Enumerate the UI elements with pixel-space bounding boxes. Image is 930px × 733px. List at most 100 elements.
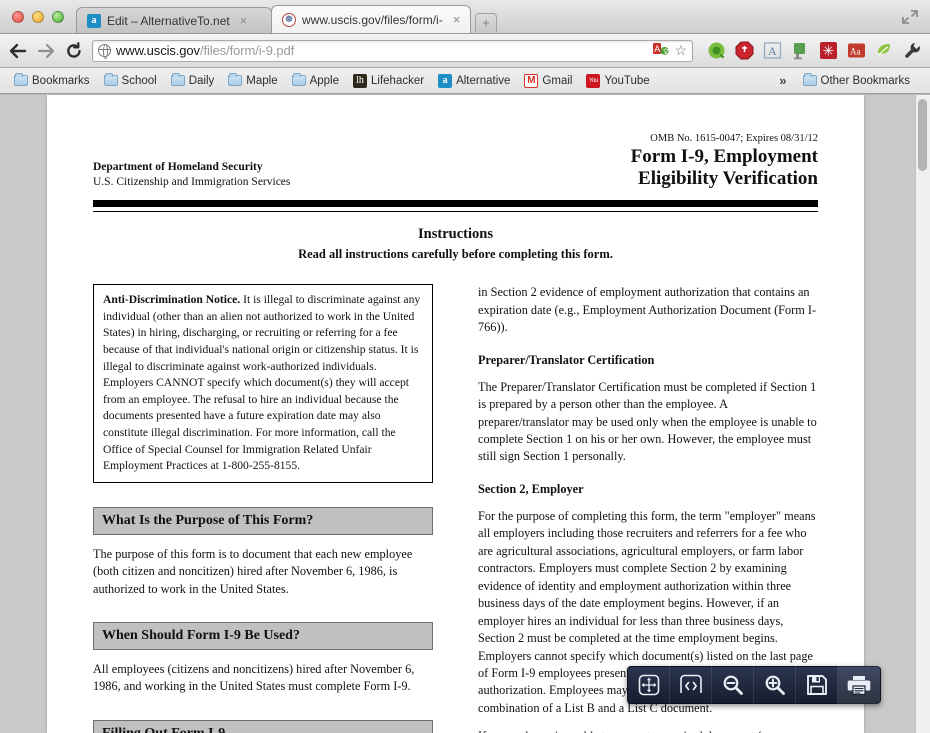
paragraph-when-used: All employees (citizens and noncitizens)…: [93, 662, 415, 694]
leaf-icon[interactable]: [875, 41, 894, 60]
close-icon[interactable]: ×: [240, 14, 248, 27]
svg-text:✳: ✳: [823, 43, 835, 59]
pdf-viewer[interactable]: Department of Homeland Security U.S. Cit…: [0, 95, 930, 733]
bookmark-label: YouTube: [604, 74, 650, 87]
left-column: Anti-Discrimination Notice. It is illega…: [93, 284, 433, 733]
bookmark-youtube[interactable]: You YouTube: [580, 72, 655, 90]
bookmarks-overflow-button[interactable]: »: [771, 73, 794, 88]
paragraph-receipt: If an employee is unable to present a re…: [478, 728, 818, 733]
bookmarks-bar: Bookmarks School Daily Maple Apple lh Li…: [0, 68, 930, 94]
save-button[interactable]: [796, 666, 838, 704]
bookmark-bookmarks[interactable]: Bookmarks: [8, 73, 96, 89]
header-rule-thin: [93, 210, 818, 213]
tab-alternativeto[interactable]: a Edit – AlternativeTo.net ×: [76, 7, 272, 33]
asterisk-lastpass-icon[interactable]: ✳: [819, 41, 838, 60]
section-heading-filling-out: Filling Out Form I-9: [93, 719, 433, 733]
lifehacker-icon: lh: [353, 73, 368, 88]
url-text: www.uscis.gov/files/form/i-9.pdf: [116, 43, 294, 58]
bookmark-daily[interactable]: Daily: [165, 73, 221, 89]
fullscreen-arrows-icon[interactable]: [900, 8, 920, 26]
notice-body: It is illegal to discriminate against an…: [103, 293, 421, 473]
anti-discrimination-notice: Anti-Discrimination Notice. It is illega…: [93, 284, 433, 483]
globe-icon: [97, 43, 111, 59]
new-tab-button[interactable]: +: [475, 13, 497, 32]
greasemonkey-icon[interactable]: [707, 41, 726, 60]
bookmark-label: Apple: [309, 74, 340, 87]
omb-number: OMB No. 1615-0047; Expires 08/31/12: [650, 133, 818, 144]
folder-icon: [291, 73, 306, 86]
print-button[interactable]: [838, 666, 880, 704]
folder-icon: [170, 73, 185, 86]
bookmark-label: Lifehacker: [371, 74, 425, 87]
minimize-window-button[interactable]: [32, 11, 44, 23]
url-host: www.uscis.gov: [116, 43, 200, 58]
zoom-window-button[interactable]: [52, 11, 64, 23]
window-controls: [12, 11, 64, 23]
youtube-icon: You: [586, 73, 601, 88]
svg-text:A: A: [655, 44, 661, 54]
navigation-toolbar: www.uscis.gov/files/form/i-9.pdf A 文 ☆ A…: [0, 34, 930, 68]
printer-icon: [847, 674, 871, 696]
url-path: /files/form/i-9.pdf: [199, 43, 295, 58]
paragraph-section2-evidence: in Section 2 evidence of employment auth…: [478, 285, 817, 335]
forward-button[interactable]: [36, 41, 56, 61]
svg-text:文: 文: [663, 47, 670, 56]
pdf-toolbar: [627, 666, 881, 704]
bookmark-lifehacker[interactable]: lh Lifehacker: [347, 72, 430, 90]
bookmark-school[interactable]: School: [98, 73, 163, 89]
bookmark-label: Alternative: [456, 74, 511, 87]
bookmark-gmail[interactable]: M Gmail: [518, 72, 578, 90]
evernote-icon[interactable]: [791, 41, 810, 60]
bookmark-maple[interactable]: Maple: [222, 73, 283, 89]
agency-block: Department of Homeland Security U.S. Cit…: [93, 160, 290, 191]
bookmark-label: Bookmarks: [32, 74, 90, 87]
reload-button[interactable]: [64, 41, 84, 61]
header-rule-thick: [93, 199, 818, 207]
alternativeto-icon: a: [87, 13, 101, 28]
bookmark-label: Other Bookmarks: [820, 74, 910, 87]
vertical-scrollbar[interactable]: [915, 95, 930, 733]
uscis-seal-icon: ☸: [282, 12, 296, 27]
tab-title: Edit – AlternativeTo.net: [107, 13, 230, 28]
wrench-menu-icon[interactable]: [903, 41, 922, 60]
fit-page-button[interactable]: [628, 666, 670, 704]
bookmark-label: Daily: [188, 74, 215, 87]
adblock-stop-icon[interactable]: [735, 41, 754, 60]
instructions-block: Instructions Read all instructions caref…: [93, 226, 818, 262]
bookmark-alternative[interactable]: a Alternative: [432, 72, 516, 90]
bookmark-other-bookmarks[interactable]: Other Bookmarks: [797, 73, 916, 89]
bookmark-apple[interactable]: Apple: [286, 73, 345, 89]
address-bar[interactable]: www.uscis.gov/files/form/i-9.pdf A 文 ☆: [92, 39, 693, 62]
text-aa-icon[interactable]: Aa: [847, 41, 866, 60]
tab-uscis[interactable]: ☸ www.uscis.gov/files/form/i- ×: [271, 5, 471, 33]
font-aa-icon[interactable]: A: [763, 41, 782, 60]
close-icon[interactable]: ×: [453, 13, 461, 26]
browser-window: a Edit – AlternativeTo.net × ☸ www.uscis…: [0, 0, 930, 733]
zoom-out-button[interactable]: [712, 666, 754, 704]
back-button[interactable]: [8, 41, 28, 61]
section-heading-purpose: What Is the Purpose of This Form?: [93, 506, 433, 535]
subheading-section2-employer: Section 2, Employer: [478, 481, 584, 496]
alternativeto-icon: a: [438, 73, 453, 88]
magnifier-plus-icon: [763, 673, 787, 697]
form-title-line2: Eligibility Verification: [638, 168, 818, 190]
scrollbar-thumb[interactable]: [918, 99, 927, 171]
subheading-preparer-translator: Preparer/Translator Certification: [478, 352, 655, 367]
zoom-in-button[interactable]: [754, 666, 796, 704]
bookmark-label: Maple: [246, 74, 278, 87]
page-navigation-button[interactable]: [670, 666, 712, 704]
bookmark-star-icon[interactable]: ☆: [674, 42, 687, 59]
tab-title: www.uscis.gov/files/form/i-: [302, 12, 443, 27]
folder-icon: [14, 73, 28, 86]
instructions-heading: Instructions: [418, 226, 493, 243]
extension-icons: A ✳ Aa: [703, 41, 922, 60]
prev-next-page-icon: [678, 673, 704, 697]
notice-title: Anti-Discrimination Notice.: [103, 293, 241, 307]
form-title-block: OMB No. 1615-0047; Expires 08/31/12 Form…: [631, 133, 818, 191]
instructions-subheading: Read all instructions carefully before c…: [298, 247, 613, 262]
floppy-disk-icon: [806, 674, 828, 696]
translate-icon[interactable]: A 文: [653, 42, 670, 59]
close-window-button[interactable]: [12, 11, 24, 23]
paragraph-purpose: The purpose of this form is to document …: [93, 546, 413, 596]
section-heading-when-used: When Should Form I-9 Be Used?: [93, 622, 433, 651]
